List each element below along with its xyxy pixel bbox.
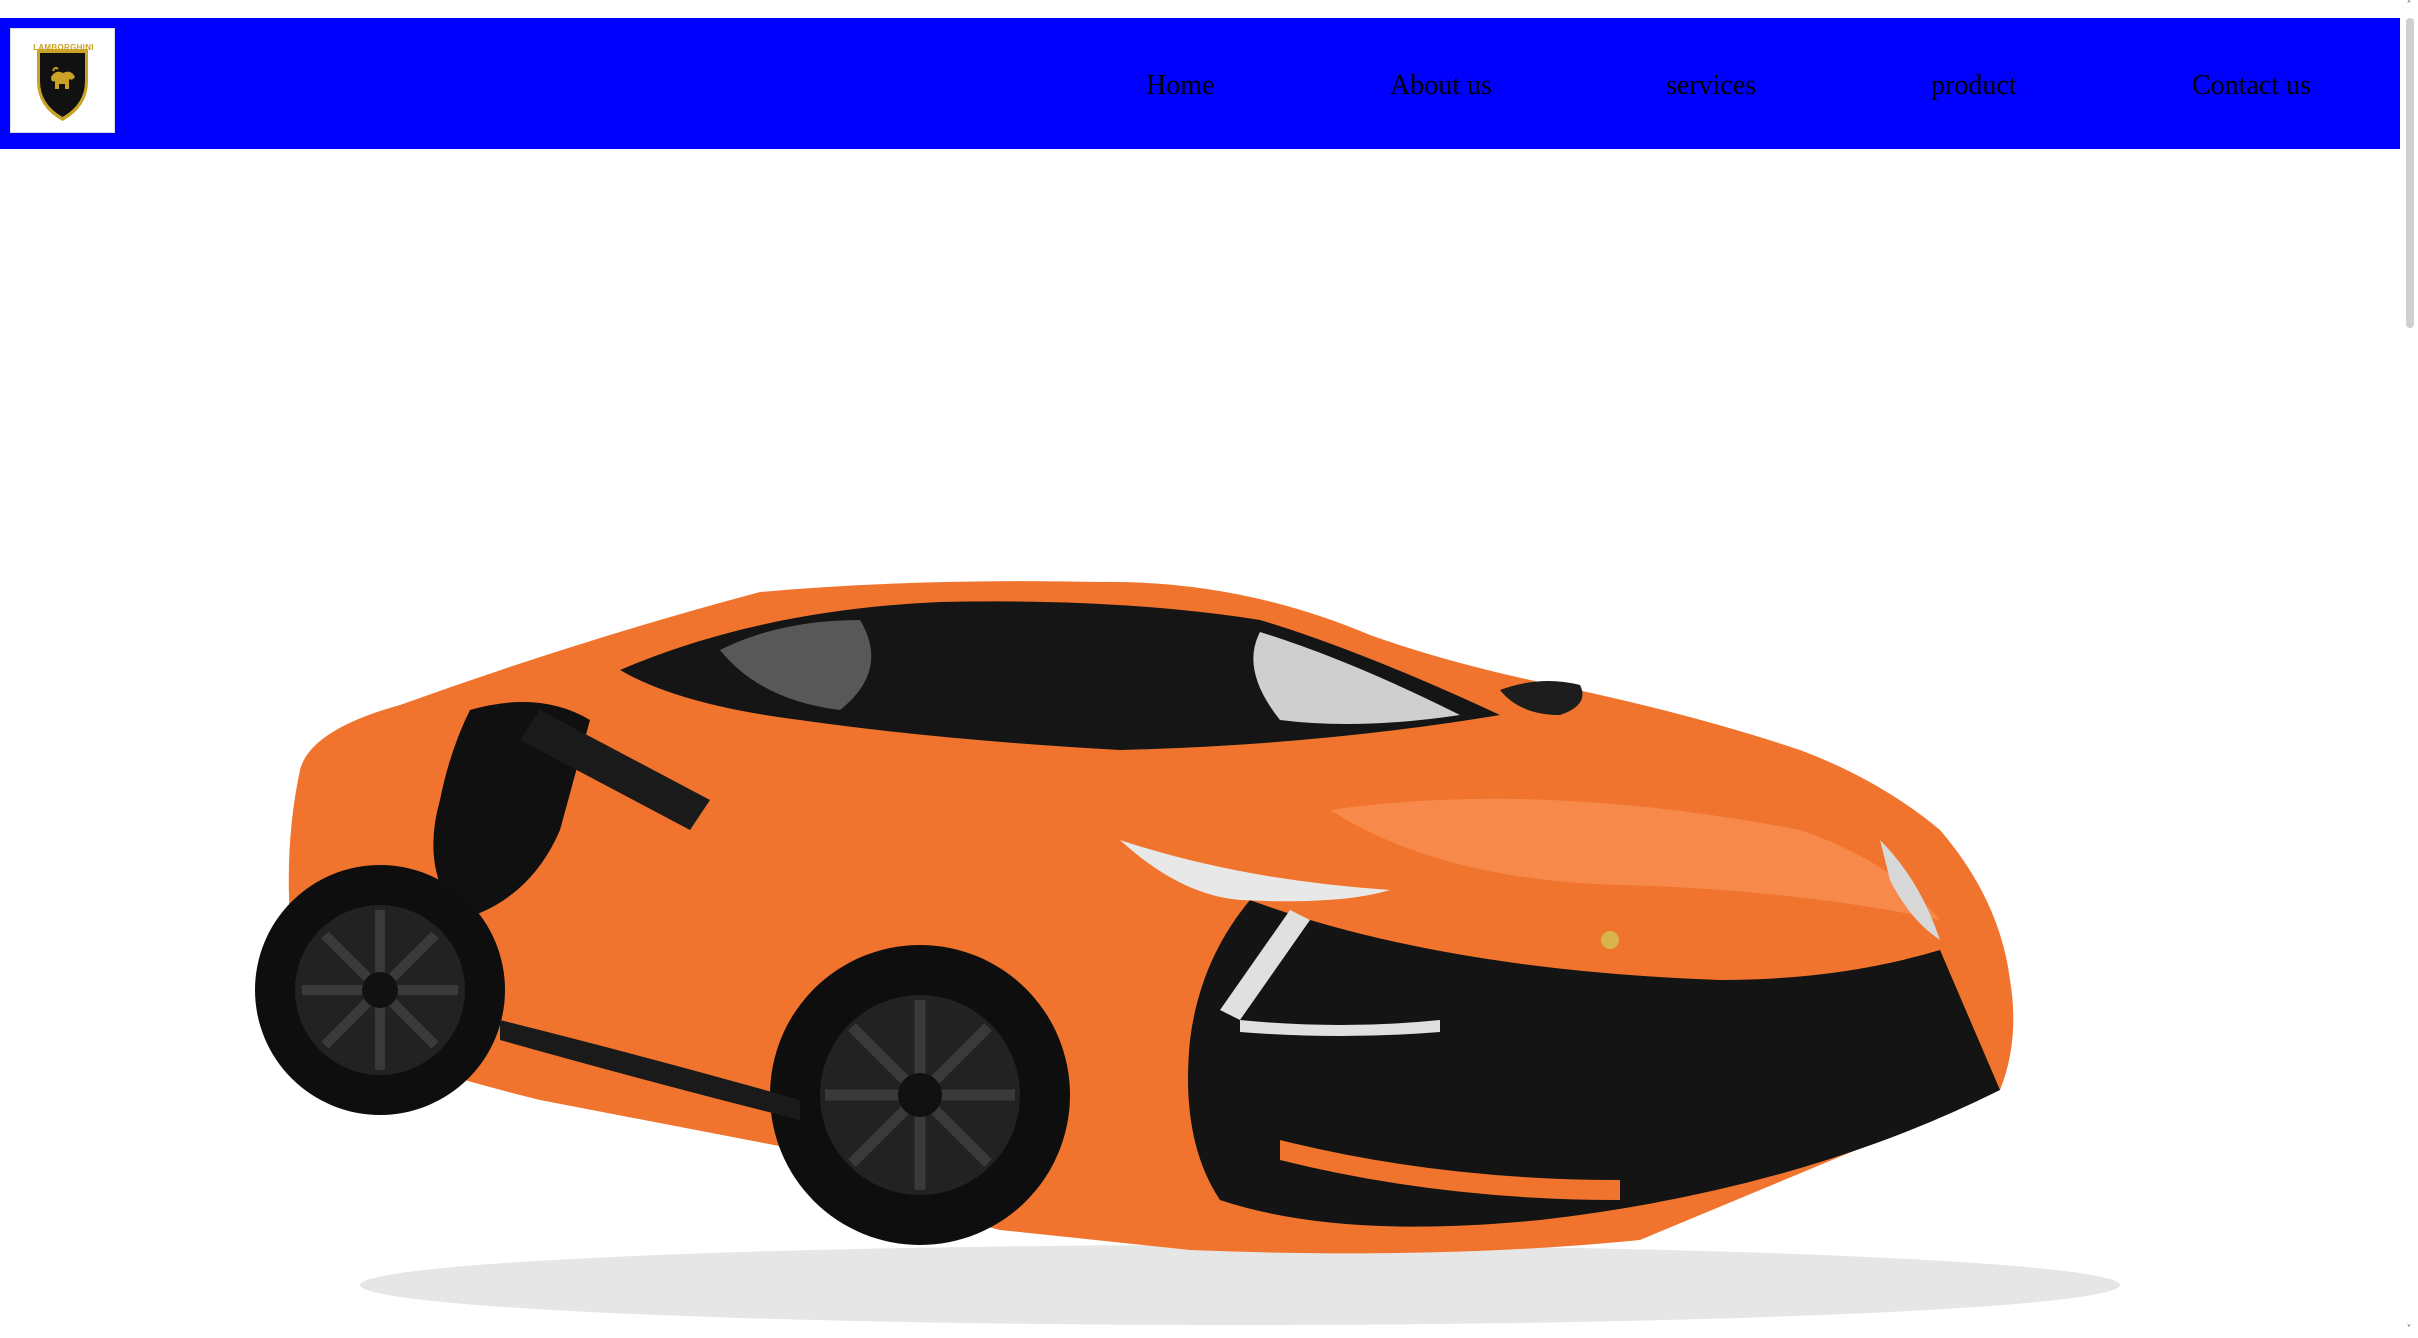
nav-contact-us[interactable]: Contact us [2192,70,2311,102]
brand-logo[interactable]: LAMBORGHINI [10,28,115,133]
nav-product[interactable]: product [1931,70,2017,102]
scroll-thumb[interactable] [2406,18,2414,328]
hero-car-image [240,540,2200,1338]
nav-about-us[interactable]: About us [1390,70,1492,102]
nav-home[interactable]: Home [1146,70,1214,102]
nav-services[interactable]: services [1666,70,1756,102]
page: LAMBORGHINI Home About us services produ… [0,0,2418,1338]
navbar: LAMBORGHINI Home About us services produ… [0,18,2400,149]
scroll-up-arrow-icon[interactable]: ˄ [2403,0,2415,12]
scroll-down-arrow-icon[interactable]: ˅ [2403,1324,2415,1336]
vertical-scrollbar[interactable]: ˄ ˅ [2400,0,2418,1338]
logo-text: LAMBORGHINI [33,43,94,52]
